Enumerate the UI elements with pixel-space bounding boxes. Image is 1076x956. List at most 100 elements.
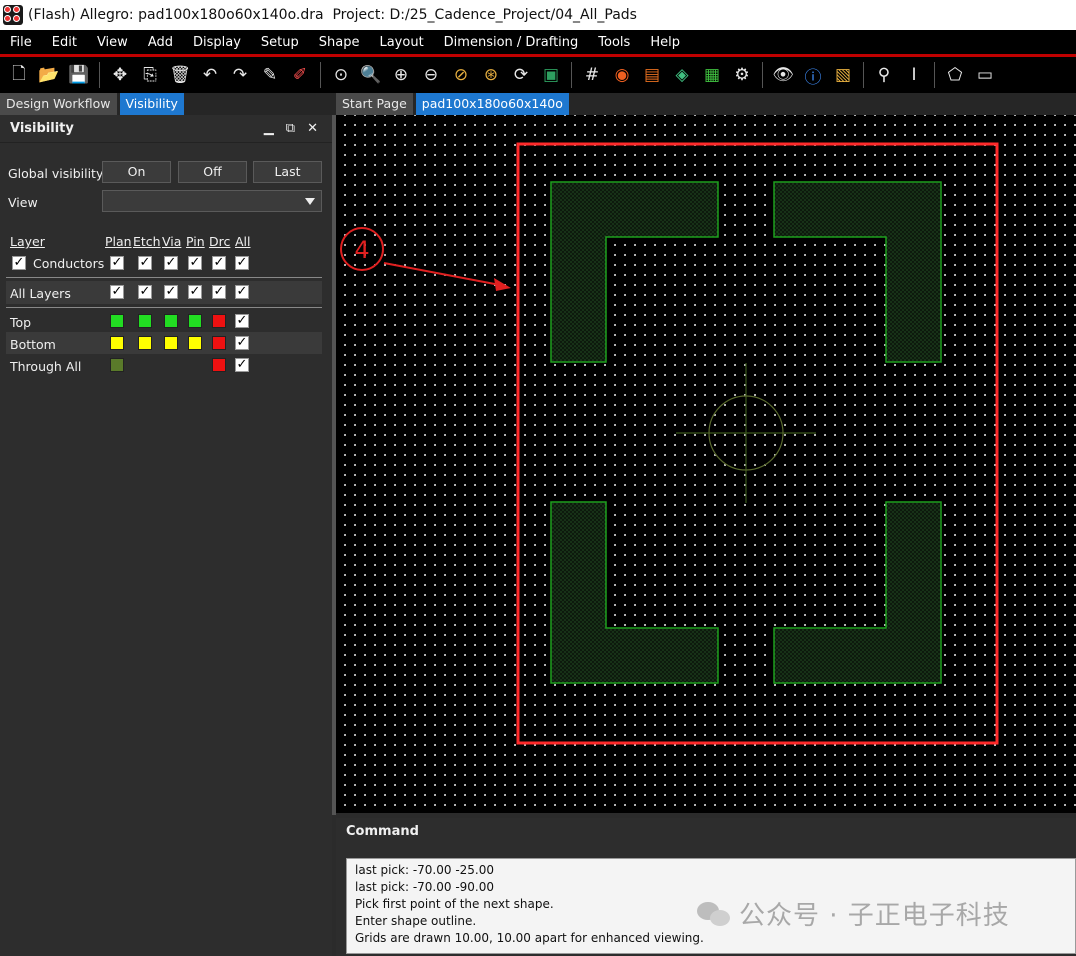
top-all-checkbox[interactable]: ✓: [235, 314, 249, 328]
annotation-arrowhead: [494, 278, 511, 291]
spreadsheet-icon[interactable]: ▦: [699, 62, 725, 88]
through-all-all-checkbox[interactable]: ✓: [235, 358, 249, 372]
tab-design-file[interactable]: pad100x180o60x140o: [415, 93, 569, 115]
delete-icon[interactable]: 🗑: [167, 62, 193, 88]
bottom-right-shape[interactable]: [773, 501, 942, 684]
col-via[interactable]: Via: [162, 234, 181, 249]
top-via-swatch[interactable]: [164, 314, 178, 328]
menu-add[interactable]: Add: [138, 35, 183, 50]
menu-tools[interactable]: Tools: [588, 35, 640, 50]
redraw-icon[interactable]: ⟳: [508, 62, 534, 88]
watermark: 公众号 · 子正电子科技: [697, 895, 1010, 932]
all-layers-via-checkbox[interactable]: ✓: [164, 285, 178, 299]
conductors-checkbox[interactable]: ✓: [12, 256, 26, 270]
all-layers-drc-checkbox[interactable]: ✓: [212, 285, 226, 299]
all-layers-etch-checkbox[interactable]: ✓: [138, 285, 152, 299]
conductors-drc-checkbox[interactable]: ✓: [212, 256, 226, 270]
top-left-shape[interactable]: [550, 181, 719, 363]
open-folder-icon[interactable]: 📂: [36, 62, 62, 88]
global-on-button[interactable]: On: [102, 161, 171, 183]
menu-help[interactable]: Help: [640, 35, 690, 50]
layer-visibility-icon[interactable]: ▤: [639, 62, 665, 88]
conductors-all-checkbox[interactable]: ✓: [235, 256, 249, 270]
bottom-left-shape[interactable]: [550, 501, 719, 684]
conductors-via-checkbox[interactable]: ✓: [164, 256, 178, 270]
col-pin[interactable]: Pin: [186, 234, 205, 249]
all-layers-plan-checkbox[interactable]: ✓: [110, 285, 124, 299]
col-etch[interactable]: Etch: [133, 234, 161, 249]
zoom-center-icon[interactable]: ⊛: [478, 62, 504, 88]
bottom-via-swatch[interactable]: [164, 336, 178, 350]
top-etch-swatch[interactable]: [138, 314, 152, 328]
design-canvas[interactable]: 4: [336, 115, 1076, 813]
grid-icon[interactable]: #: [579, 62, 605, 88]
global-last-button[interactable]: Last: [253, 161, 322, 183]
pen-icon[interactable]: ✎: [257, 62, 283, 88]
settings-icon[interactable]: ⚙: [729, 62, 755, 88]
menu-display[interactable]: Display: [183, 35, 251, 50]
global-off-button[interactable]: Off: [178, 161, 247, 183]
board-icon[interactable]: ▣: [538, 62, 564, 88]
copy-icon[interactable]: ⎘: [137, 62, 163, 88]
menu-dimension[interactable]: Dimension / Drafting: [434, 35, 589, 50]
add-rect-icon[interactable]: ▭: [972, 62, 998, 88]
top-pin-swatch[interactable]: [188, 314, 202, 328]
minimize-icon[interactable]: ▁: [264, 121, 274, 136]
bottom-etch-swatch[interactable]: [138, 336, 152, 350]
pin-icon[interactable]: ⚲: [871, 62, 897, 88]
tab-design-workflow[interactable]: Design Workflow: [0, 93, 117, 115]
all-layers-pin-checkbox[interactable]: ✓: [188, 285, 202, 299]
view-select[interactable]: [102, 190, 322, 212]
wechat-icon: [697, 900, 731, 928]
conductors-etch-checkbox[interactable]: ✓: [138, 256, 152, 270]
add-shape-icon[interactable]: ⬠: [942, 62, 968, 88]
command-line: last pick: -70.00 -25.00: [355, 863, 494, 877]
bottom-pin-swatch[interactable]: [188, 336, 202, 350]
tab-visibility[interactable]: Visibility: [119, 93, 184, 115]
move-icon[interactable]: ✥: [107, 62, 133, 88]
menu-shape[interactable]: Shape: [309, 35, 370, 50]
through-all-plan-swatch[interactable]: [110, 358, 124, 372]
zoom-in-icon[interactable]: ⊕: [388, 62, 414, 88]
col-all[interactable]: All: [235, 234, 251, 249]
redo-icon[interactable]: ↷: [227, 62, 253, 88]
bottom-plan-swatch[interactable]: [110, 336, 124, 350]
info-icon[interactable]: ⓘ: [800, 62, 826, 88]
command-window: Command last pick: -70.00 -25.00 last pi…: [336, 818, 1076, 956]
top-plan-swatch[interactable]: [110, 314, 124, 328]
save-icon[interactable]: 💾: [66, 62, 92, 88]
zoom-out-icon[interactable]: ⊖: [418, 62, 444, 88]
restore-icon[interactable]: ⧉: [286, 121, 295, 136]
menu-file[interactable]: File: [0, 35, 42, 50]
col-drc[interactable]: Drc: [209, 234, 230, 249]
3d-view-icon[interactable]: ▧: [830, 62, 856, 88]
zoom-previous-icon[interactable]: ⊘: [448, 62, 474, 88]
menu-edit[interactable]: Edit: [42, 35, 87, 50]
menu-view[interactable]: View: [87, 35, 138, 50]
pen-off-icon[interactable]: ✐: [287, 62, 313, 88]
menu-setup[interactable]: Setup: [251, 35, 309, 50]
text-cursor-icon[interactable]: Ι: [901, 62, 927, 88]
new-file-icon[interactable]: 🗋: [6, 62, 32, 88]
menu-layout[interactable]: Layout: [369, 35, 433, 50]
col-layer[interactable]: Layer: [10, 234, 45, 249]
bottom-drc-swatch[interactable]: [212, 336, 226, 350]
tab-start-page[interactable]: Start Page: [336, 93, 413, 115]
zoom-window-icon[interactable]: 🔍: [358, 62, 384, 88]
all-layers-all-checkbox[interactable]: ✓: [235, 285, 249, 299]
top-drc-swatch[interactable]: [212, 314, 226, 328]
undo-icon[interactable]: ↶: [197, 62, 223, 88]
layer-top-label: Top: [10, 315, 32, 330]
col-plan[interactable]: Plan: [105, 234, 132, 249]
top-right-shape[interactable]: [773, 181, 942, 363]
through-all-drc-swatch[interactable]: [212, 358, 226, 372]
conductors-plan-checkbox[interactable]: ✓: [110, 256, 124, 270]
eye-icon[interactable]: 👁: [770, 62, 796, 88]
conductors-pin-checkbox[interactable]: ✓: [188, 256, 202, 270]
layers-icon[interactable]: ◈: [669, 62, 695, 88]
bottom-all-checkbox[interactable]: ✓: [235, 336, 249, 350]
command-line: Grids are drawn 10.00, 10.00 apart for e…: [355, 931, 704, 945]
zoom-fit-icon[interactable]: ⊙: [328, 62, 354, 88]
color-icon[interactable]: ◉: [609, 62, 635, 88]
close-icon[interactable]: ✕: [307, 121, 318, 136]
